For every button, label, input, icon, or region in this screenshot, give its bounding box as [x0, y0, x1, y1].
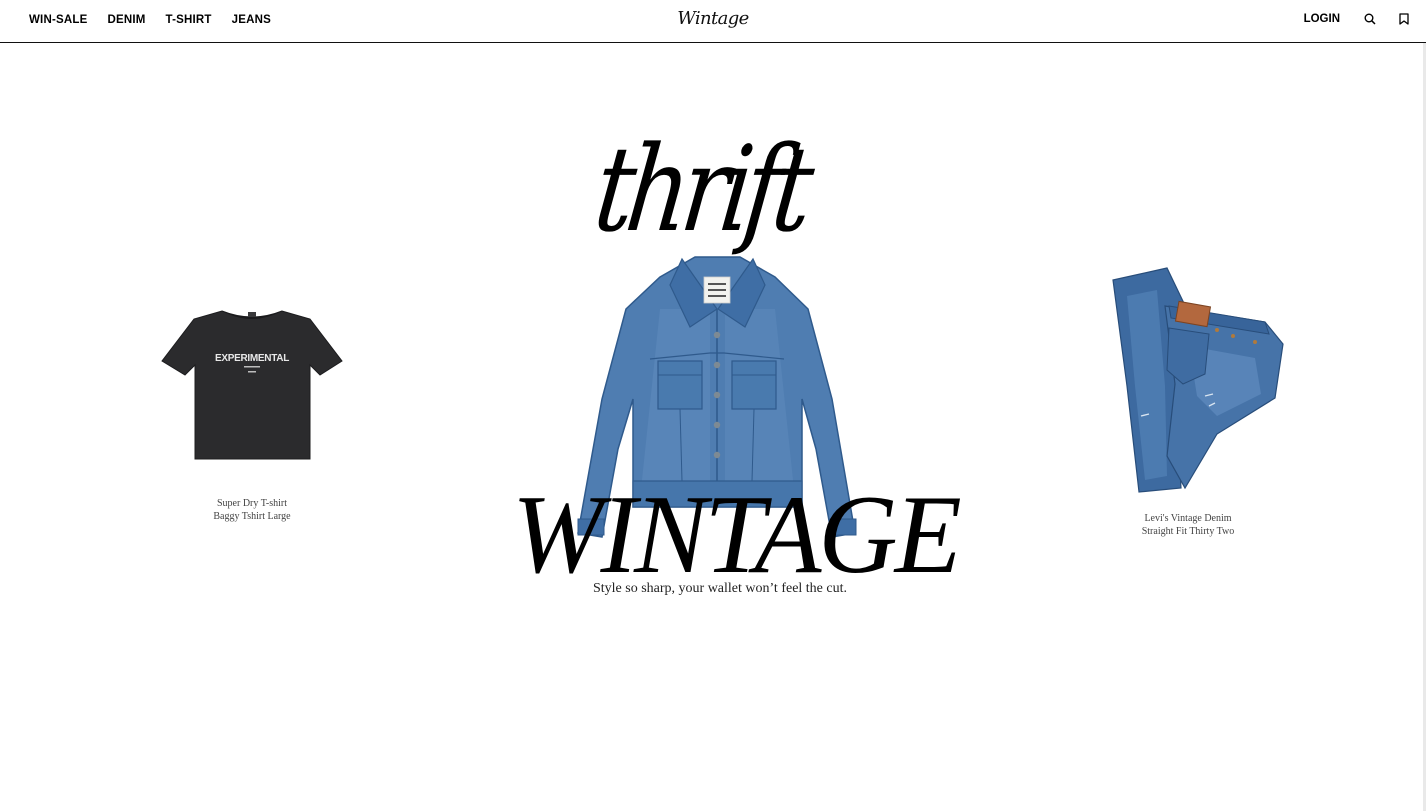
hero-title: WINTAGE: [512, 473, 962, 597]
search-icon[interactable]: [1362, 11, 1378, 27]
top-navigation-bar: WIN-SALE DENIM T-SHIRT JEANS Wintage LOG…: [0, 0, 1426, 43]
jeans-illustration: [1112, 267, 1284, 493]
jeans-product-name: Levi's Vintage Denim: [1144, 513, 1232, 524]
tshirt-product-detail: Baggy Tshirt Large: [213, 511, 291, 522]
nav-link-jeans[interactable]: JEANS: [232, 13, 271, 27]
jeans-product-caption[interactable]: Levi's Vintage Denim Straight Fit Thirty…: [1088, 512, 1288, 538]
tshirt-illustration: EXPERIMENTAL: [161, 310, 343, 460]
login-link[interactable]: LOGIN: [1304, 11, 1340, 27]
account-actions: LOGIN: [1304, 11, 1412, 27]
nav-link-t-shirt[interactable]: T-SHIRT: [166, 13, 212, 27]
tshirt-print-text: EXPERIMENTAL: [215, 353, 289, 364]
nav-link-denim[interactable]: DENIM: [107, 13, 145, 27]
hero-tagline: Style so sharp, your wallet won’t feel t…: [592, 581, 848, 596]
tshirt-product-name: Super Dry T-shirt: [217, 498, 287, 509]
tshirt-product-caption[interactable]: Super Dry T-shirt Baggy Tshirt Large: [152, 497, 352, 523]
hero-section: thrift EXPERIMENTAL Super Dry T-shirt Ba…: [0, 44, 1426, 811]
brand-logo[interactable]: Wintage: [677, 8, 749, 29]
nav-link-win-sale[interactable]: WIN-SALE: [29, 13, 87, 27]
tshirt-product-image[interactable]: EXPERIMENTAL: [160, 309, 345, 464]
bookmark-icon-glyph: [1399, 13, 1409, 25]
bookmark-icon[interactable]: [1396, 11, 1412, 27]
jeans-product-image[interactable]: [1105, 266, 1290, 494]
jeans-product-detail: Straight Fit Thirty Two: [1141, 526, 1235, 537]
search-icon-glyph: [1364, 13, 1376, 25]
primary-nav: WIN-SALE DENIM T-SHIRT JEANS: [29, 13, 291, 27]
